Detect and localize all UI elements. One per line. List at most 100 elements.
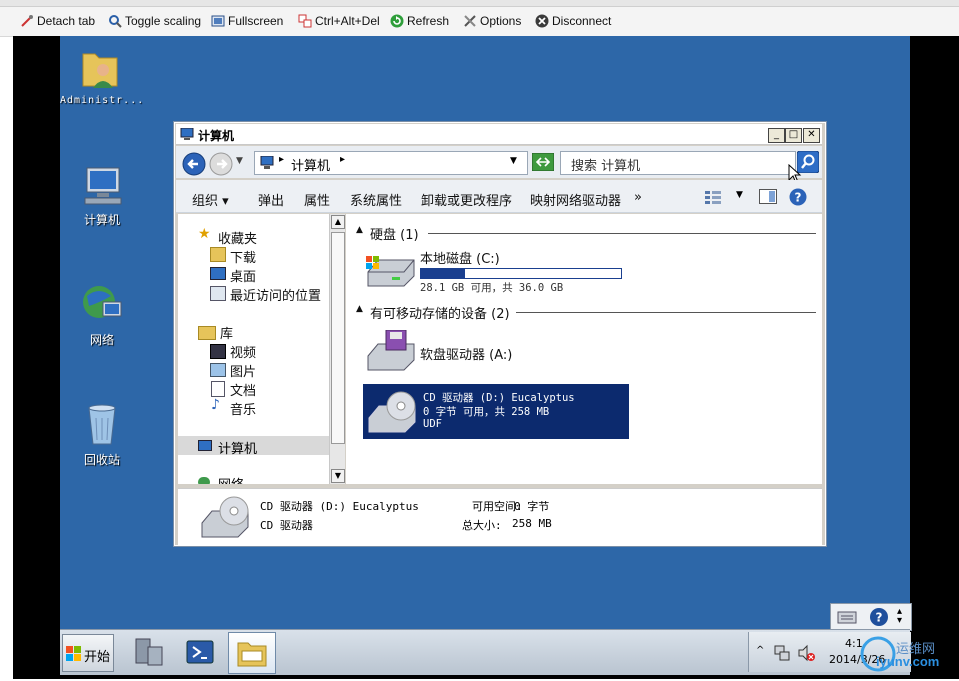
system-properties-button[interactable]: 系统属性 [350, 190, 402, 209]
group-hard-disks: 硬盘 (1) [370, 228, 419, 243]
detach-tab-button[interactable]: Detach tab [20, 12, 95, 30]
desktop-icon-network[interactable]: 网络 [62, 280, 142, 348]
organize-menu[interactable]: 组织 ▾ [192, 190, 229, 209]
computer-icon [84, 167, 122, 205]
scroll-thumb[interactable] [331, 232, 345, 444]
scroll-down-button[interactable]: ▼ [331, 469, 345, 483]
refresh-button[interactable]: Refresh [390, 12, 449, 30]
favorites-star-icon: ★ [198, 226, 211, 242]
show-hidden-icons-icon[interactable]: ^ [756, 645, 764, 656]
music-icon: ♪ [211, 397, 220, 413]
hard-disk-icon [366, 256, 415, 287]
videos-icon [210, 344, 226, 359]
close-button[interactable]: ✕ [803, 128, 820, 143]
group-removable: 有可移动存储的设备 (2) [370, 307, 510, 322]
breadcrumb-separator-icon[interactable]: ▸ [279, 154, 284, 165]
breadcrumb-computer[interactable]: 计算机 [291, 155, 330, 174]
fullscreen-button[interactable]: Fullscreen [211, 12, 283, 30]
explorer-window[interactable]: 计算机 _ □ ✕ ▼ ▸ 计算机 ▸ ▼ 搜索 计算机 组织 ▾ 弹出 属性 … [173, 121, 827, 547]
cd-drive-icon [368, 391, 416, 433]
nav-network-partial[interactable]: 网络 [178, 472, 329, 484]
navigation-scrollbar[interactable]: ▲ ▼ [329, 214, 345, 484]
history-chevron-down-icon[interactable]: ▼ [236, 156, 243, 166]
address-row: ▼ ▸ 计算机 ▸ ▼ 搜索 计算机 [176, 146, 822, 184]
magnifier-icon [108, 14, 122, 28]
nav-favorites[interactable]: 收藏夹 [218, 228, 257, 247]
view-dropdown-icon[interactable]: ▼ [736, 190, 743, 200]
nav-music[interactable]: 音乐 [230, 399, 256, 418]
browser-tab-strip [0, 0, 959, 7]
nav-downloads[interactable]: 下载 [230, 247, 256, 266]
map-network-drive-button[interactable]: 映射网络驱动器 [530, 190, 621, 209]
details-size-label: 总大小: [462, 519, 502, 532]
drive-d-space: 0 字节 可用，共 258 MB [423, 406, 550, 418]
title-bar[interactable]: 计算机 _ □ ✕ [176, 124, 822, 145]
eject-button[interactable]: 弹出 [258, 190, 284, 209]
options-button[interactable]: Options [463, 12, 521, 30]
refresh-icon [390, 14, 404, 28]
language-bar-options-icon[interactable]: ▴ ▾ [897, 607, 902, 626]
scroll-up-button[interactable]: ▲ [331, 215, 345, 229]
powershell-icon[interactable] [185, 637, 215, 667]
back-arrow-icon[interactable] [182, 152, 206, 176]
address-dropdown-icon[interactable]: ▼ [510, 156, 517, 166]
drive-a[interactable]: 软盘驱动器 (A:) [364, 326, 584, 374]
nav-network: 网络 [218, 474, 244, 484]
collapse-group-icon[interactable]: ▲ [356, 304, 363, 314]
preview-pane-icon[interactable] [759, 189, 777, 204]
desktop-icon-computer[interactable]: 计算机 [62, 164, 142, 228]
address-bar[interactable]: ▸ 计算机 ▸ ▼ [254, 151, 528, 175]
more-commands-button[interactable]: » [634, 190, 642, 205]
minimize-button[interactable]: _ [768, 128, 785, 143]
language-bar: ? ▴ ▾ [830, 603, 912, 631]
desktop-icon-administrator[interactable]: Administr... [60, 44, 143, 106]
start-button[interactable]: 开始 [62, 634, 114, 672]
maximize-button[interactable]: □ [785, 128, 802, 143]
network-status-icon[interactable] [773, 644, 791, 662]
ctrl-alt-del-button[interactable]: Ctrl+Alt+Del [298, 12, 380, 30]
nav-computer-selected[interactable]: 计算机 [178, 436, 329, 457]
help-icon[interactable]: ? [789, 188, 807, 206]
viewer-toolbar: Detach tab Toggle scaling Fullscreen Ctr… [0, 0, 959, 37]
forward-arrow-icon[interactable] [209, 152, 233, 176]
downloads-icon [210, 247, 226, 262]
breadcrumb-chevron-icon[interactable]: ▸ [340, 154, 345, 165]
nav-pictures[interactable]: 图片 [230, 361, 256, 380]
drive-c[interactable]: 本地磁盘 (C:) 28.1 GB 可用，共 36.0 GB [364, 246, 624, 294]
watermark: 运维网 iyunv.com [858, 632, 958, 676]
refresh-icon[interactable] [532, 153, 554, 171]
explorer-taskbar-button[interactable] [228, 632, 276, 674]
details-size-value: 258 MB [512, 517, 552, 530]
recycle-bin-icon [88, 404, 116, 445]
nav-recent-places[interactable]: 最近访问的位置 [230, 285, 321, 304]
keyboard-icon[interactable] [837, 607, 857, 627]
desktop-icon [210, 267, 226, 280]
navigation-pane[interactable]: ★ 收藏夹 下载 桌面 最近访问的位置 库 视频 图片 文档 ♪ 音乐 计算机 … [178, 214, 329, 484]
nav-libraries[interactable]: 库 [220, 323, 233, 342]
drive-d-selected[interactable]: CD 驱动器 (D:) Eucalyptus 0 字节 可用，共 258 MB … [363, 384, 629, 439]
collapse-group-icon[interactable]: ▲ [356, 225, 363, 235]
user-folder-icon [82, 53, 118, 88]
nav-videos[interactable]: 视频 [230, 342, 256, 361]
taskbar: 开始 ^ 4:1 2014/3/26 [60, 629, 911, 675]
desktop-icon-recycle-bin[interactable]: 回收站 [62, 398, 142, 468]
folder-icon [237, 642, 267, 667]
help-icon[interactable]: ? [869, 607, 889, 627]
uninstall-program-button[interactable]: 卸载或更改程序 [421, 190, 512, 209]
server-manager-icon[interactable] [132, 635, 166, 669]
recent-places-icon [210, 286, 226, 301]
nav-desktop[interactable]: 桌面 [230, 266, 256, 285]
content-pane[interactable]: ▲ 硬盘 (1) 本地磁盘 (C:) 28.1 GB 可用，共 36.0 GB … [346, 214, 822, 484]
volume-muted-icon[interactable] [797, 644, 815, 662]
toggle-scaling-button[interactable]: Toggle scaling [108, 12, 201, 30]
properties-button[interactable]: 属性 [304, 190, 330, 209]
computer-icon [260, 156, 274, 169]
nav-documents[interactable]: 文档 [230, 380, 256, 399]
details-title: CD 驱动器 (D:) Eucalyptus [260, 500, 419, 513]
view-options-icon[interactable] [704, 189, 722, 205]
disconnect-button[interactable]: Disconnect [535, 12, 611, 30]
search-input[interactable]: 搜索 计算机 [560, 151, 796, 175]
floppy-drive-icon [367, 330, 415, 371]
tools-icon [463, 14, 477, 28]
nav-computer: 计算机 [218, 442, 258, 457]
